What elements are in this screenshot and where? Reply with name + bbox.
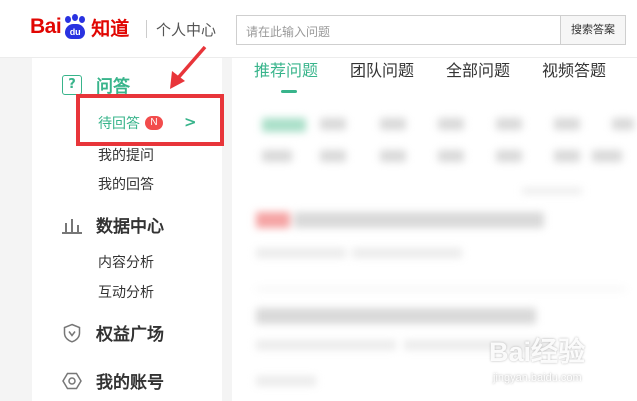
sidebar-item-rights[interactable]: 权益广场	[62, 320, 164, 345]
shield-icon	[62, 323, 82, 343]
question-icon: ?	[62, 74, 82, 95]
active-tab-indicator	[281, 90, 297, 93]
header-divider	[146, 20, 147, 38]
sidebar-item-interaction-analysis[interactable]: 互动分析	[98, 282, 154, 302]
section-title: 个人中心	[156, 21, 217, 39]
hexagon-icon	[62, 371, 82, 391]
baidu-jingyan-watermark: Bai经验 jingyan.baidu.com	[483, 330, 633, 390]
highlight-box	[76, 94, 224, 146]
baidu-zhidao-logo[interactable]: Bai du 知道	[30, 12, 129, 42]
watermark-url-text: jingyan.baidu.com	[493, 372, 582, 384]
logo-text-zhidao: 知道	[91, 17, 130, 40]
sidebar-item-label: 权益广场	[96, 325, 164, 345]
search-input[interactable]: 请在此输入问题	[236, 15, 561, 45]
paw-icon: du	[62, 14, 88, 40]
tab-video[interactable]: 视频答题	[542, 58, 606, 98]
sidebar-item-my-questions[interactable]: 我的提问	[98, 145, 154, 165]
sidebar-item-content-analysis[interactable]: 内容分析	[98, 252, 154, 272]
bar-chart-icon	[62, 215, 82, 235]
watermark-main-text: Bai经验	[489, 337, 586, 367]
sidebar-item-label: 数据中心	[96, 217, 164, 237]
top-header: Bai du 知道 个人中心 请在此输入问题 搜索答案	[0, 0, 637, 58]
logo-text-bai: Bai	[30, 15, 62, 38]
sidebar-item-account[interactable]: 我的账号	[62, 368, 164, 393]
logo-paw-text: du	[65, 24, 86, 39]
sidebar-item-label: 我的账号	[96, 373, 164, 393]
search-button[interactable]: 搜索答案	[560, 15, 626, 45]
sidebar-item-my-answers[interactable]: 我的回答	[98, 174, 154, 194]
question-tabs: 推荐问题 团队问题 全部问题 视频答题	[254, 58, 637, 98]
sidebar-item-data-center[interactable]: 数据中心	[62, 212, 164, 237]
tab-team[interactable]: 团队问题	[350, 58, 414, 98]
tab-all[interactable]: 全部问题	[446, 58, 510, 98]
